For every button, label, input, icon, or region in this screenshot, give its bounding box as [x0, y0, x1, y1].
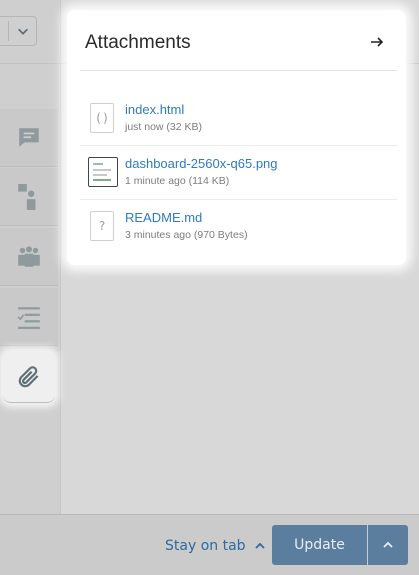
attachment-link[interactable]: README.md	[125, 210, 202, 225]
attachment-item: ? README.md 3 minutes ago (970 Bytes)	[80, 200, 397, 254]
arrow-right-icon[interactable]	[369, 34, 385, 50]
stay-on-tab-label: Stay on tab	[165, 538, 246, 554]
attachment-link[interactable]: dashboard-2560x-q65.png	[125, 156, 278, 171]
attachment-list: () index.html just now (32 KB) dashboard…	[80, 92, 397, 254]
bottom-action-bar: Stay on tab Update	[0, 514, 419, 575]
customer-icon	[18, 183, 36, 210]
code-file-icon: ()	[90, 103, 114, 133]
checklist-icon	[17, 306, 40, 329]
rail-button-attachments[interactable]	[3, 351, 55, 403]
header-dropdown[interactable]	[0, 16, 37, 46]
attachment-item: dashboard-2560x-q65.png 1 minute ago (11…	[80, 146, 397, 200]
rail-button-customer[interactable]	[0, 168, 58, 226]
chevron-up-icon	[254, 542, 265, 549]
chevron-up-icon	[383, 541, 393, 548]
attachments-popover: Attachments () index.html just now (32 K…	[67, 10, 406, 265]
attachment-link[interactable]: index.html	[125, 102, 184, 117]
paperclip-icon	[18, 365, 39, 387]
rail-button-checklist[interactable]	[0, 288, 58, 346]
chevron-down-icon	[18, 28, 28, 35]
attachment-meta: just now (32 KB)	[125, 121, 203, 133]
unknown-file-icon: ?	[90, 211, 114, 241]
rail-button-organization[interactable]	[0, 228, 58, 286]
chat-icon	[19, 127, 39, 147]
dropdown-separator	[8, 21, 9, 41]
attachment-meta: 3 minutes ago (970 Bytes)	[125, 229, 248, 241]
update-options-button[interactable]	[368, 525, 408, 565]
stay-on-tab-toggle[interactable]: Stay on tab	[165, 538, 266, 554]
update-button-label: Update	[294, 537, 345, 553]
attachment-meta: 1 minute ago (114 KB)	[125, 175, 230, 187]
update-button[interactable]: Update	[272, 525, 367, 565]
rail-button-conversation[interactable]	[0, 109, 58, 167]
attachment-item: () index.html just now (32 KB)	[80, 92, 397, 146]
image-thumbnail-icon	[88, 157, 118, 187]
popover-header: Attachments	[80, 10, 397, 71]
popover-title: Attachments	[85, 32, 191, 53]
organization-icon	[18, 245, 40, 267]
